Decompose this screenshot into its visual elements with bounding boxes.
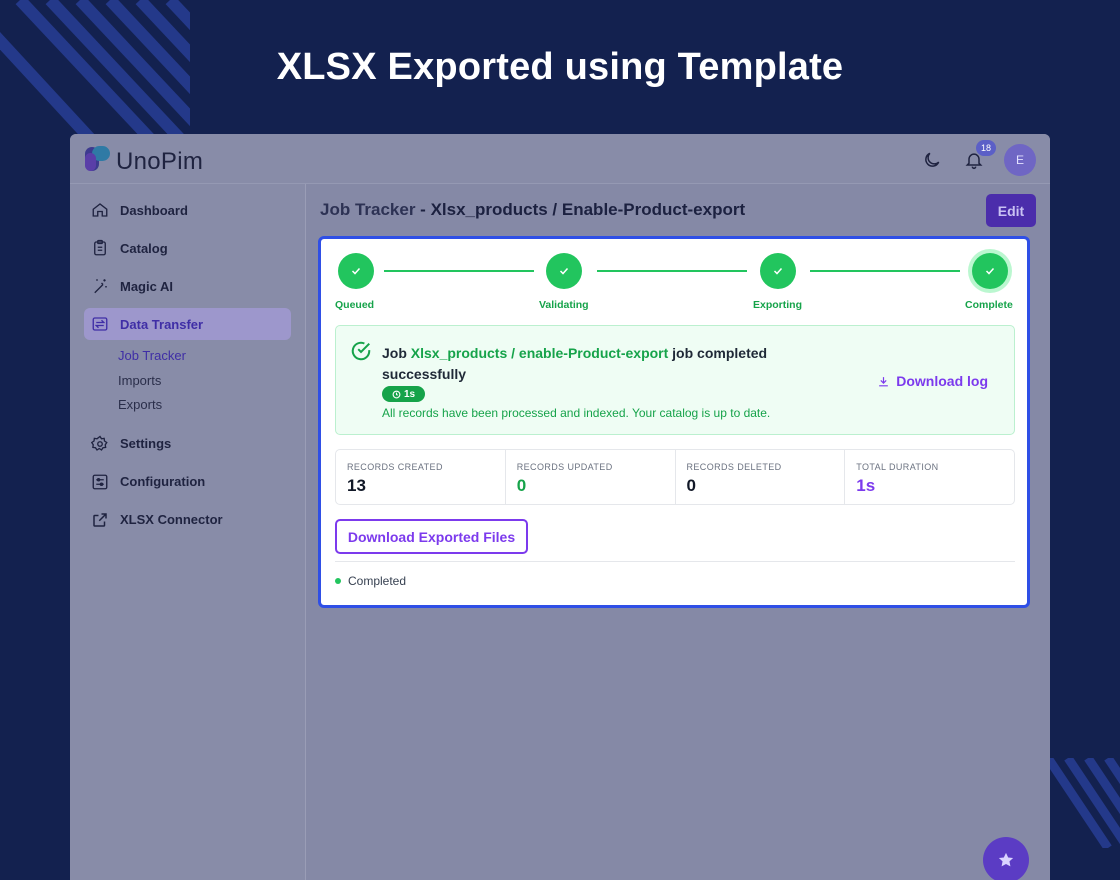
sidebar-item-configuration[interactable]: Configuration <box>84 466 291 498</box>
page-title: Job Tracker - Xlsx_products / Enable-Pro… <box>320 200 745 220</box>
success-subtitle: All records have been processed and inde… <box>382 406 771 420</box>
sidebar-item-xlsx-connector[interactable]: XLSX Connector <box>84 504 291 536</box>
step-connector <box>810 270 960 272</box>
stat-label: RECORDS DELETED <box>686 462 782 472</box>
stat-value: 1s <box>856 476 876 495</box>
duration-badge: 1s <box>382 386 425 402</box>
stat-label: RECORDS UPDATED <box>516 462 613 472</box>
sidebar-item-label: Catalog <box>120 240 168 256</box>
sidebar-item-catalog[interactable]: Catalog <box>84 232 291 264</box>
download-log-label: Download log <box>896 373 988 389</box>
stat-records-updated: RECORDS UPDATED 0 <box>506 450 676 504</box>
app-window: UnoPim 18 E Dashboard Catalog Magic AI D… <box>70 134 1050 880</box>
sidebar: Dashboard Catalog Magic AI Data Transfer <box>70 184 306 880</box>
status-text: Completed <box>348 574 407 588</box>
clock-icon <box>392 390 401 398</box>
duration-badge-text: 1s <box>403 388 416 400</box>
download-log-button[interactable]: Download log <box>877 373 988 389</box>
edit-button[interactable]: Edit <box>986 194 1036 227</box>
stat-value: 0 <box>516 476 527 495</box>
sidebar-item-data-transfer[interactable]: Data Transfer <box>84 308 291 340</box>
brand-logo[interactable]: UnoPim <box>84 145 203 178</box>
stat-value: 13 <box>347 476 366 495</box>
sidebar-item-magic-ai[interactable]: Magic AI <box>84 270 291 302</box>
step-label-validating: Validating <box>539 299 589 311</box>
page-title-label: Job Tracker <box>320 200 416 219</box>
step-label-complete: Complete <box>965 299 1013 311</box>
job-status: Completed <box>335 574 406 588</box>
sidebar-item-label: Magic AI <box>120 278 173 294</box>
success-prefix: Job <box>382 345 411 361</box>
success-message: Job Xlsx_products / enable-Product-expor… <box>382 343 812 385</box>
sidebar-item-label: Configuration <box>120 474 206 489</box>
step-queued-check <box>338 253 374 289</box>
sidebar-item-label: Dashboard <box>120 202 188 218</box>
data-transfer-subnav: Job Tracker Imports Exports <box>118 344 305 418</box>
stat-label: TOTAL DURATION <box>856 462 939 472</box>
page-title-separator: - <box>415 200 431 219</box>
subnav-item-exports[interactable]: Exports <box>118 393 305 418</box>
floating-action-button[interactable] <box>983 837 1029 880</box>
page-title-path: Xlsx_products / Enable-Product-export <box>430 200 746 219</box>
download-icon <box>879 376 889 386</box>
main-content: Job Tracker - Xlsx_products / Enable-Pro… <box>306 184 1050 880</box>
sliders-icon <box>90 472 110 492</box>
step-connector <box>597 270 747 272</box>
notifications-button[interactable]: 18 <box>962 140 996 172</box>
stat-value: 0 <box>686 476 696 495</box>
magic-wand-icon <box>90 276 110 296</box>
progress-stepper: Queued Validating Exporting Complete <box>335 253 1015 313</box>
subnav-item-job-tracker[interactable]: Job Tracker <box>118 344 305 369</box>
stat-records-created: RECORDS CREATED 13 <box>336 450 506 504</box>
step-complete-check <box>972 253 1008 289</box>
sidebar-item-label: XLSX Connector <box>120 512 223 527</box>
check-icon <box>351 267 361 275</box>
success-message-box: Job Xlsx_products / enable-Product-expor… <box>335 325 1015 435</box>
transfer-icon <box>90 314 110 334</box>
brand-name: UnoPim <box>116 147 204 175</box>
step-label-queued: Queued <box>335 299 375 311</box>
star-icon <box>998 852 1014 867</box>
download-exported-files-button[interactable]: Download Exported Files <box>335 519 528 554</box>
user-avatar[interactable]: E <box>1004 144 1036 176</box>
step-validating-check <box>546 253 582 289</box>
check-icon <box>559 267 569 275</box>
divider <box>335 561 1015 562</box>
check-circle-icon <box>350 340 372 367</box>
status-dot <box>335 578 341 584</box>
clipboard-icon <box>90 238 110 258</box>
job-name-link[interactable]: Xlsx_products / enable-Product-export <box>411 345 669 361</box>
subnav-item-imports[interactable]: Imports <box>118 369 305 394</box>
moon-icon <box>925 152 940 167</box>
sidebar-item-settings[interactable]: Settings <box>84 428 291 460</box>
sidebar-item-label: Data Transfer <box>120 316 204 332</box>
stat-total-duration: TOTAL DURATION 1s <box>845 450 1014 504</box>
gear-icon <box>90 434 110 454</box>
notification-count-badge: 18 <box>976 140 996 156</box>
check-icon <box>773 267 783 275</box>
sidebar-item-label: Settings <box>120 436 172 451</box>
sidebar-nav: Dashboard Catalog Magic AI Data Transfer <box>70 184 305 536</box>
stats-panel: RECORDS CREATED 13 RECORDS UPDATED 0 REC… <box>335 449 1015 505</box>
decorative-stripes-bottom-right <box>1048 758 1120 848</box>
top-bar: UnoPim 18 E <box>70 134 1050 184</box>
dark-mode-toggle[interactable] <box>920 148 944 172</box>
step-connector <box>384 270 534 272</box>
hero-title: XLSX Exported using Template <box>276 46 844 88</box>
top-actions: 18 E <box>920 140 1036 176</box>
check-icon <box>985 267 995 275</box>
step-exporting-check <box>760 253 796 289</box>
unopim-logo-icon <box>84 145 112 178</box>
job-status-card: Queued Validating Exporting Complete Job… <box>318 236 1030 608</box>
stat-label: RECORDS CREATED <box>347 462 443 472</box>
stat-records-deleted: RECORDS DELETED 0 <box>676 450 846 504</box>
sidebar-item-dashboard[interactable]: Dashboard <box>84 194 291 226</box>
step-label-exporting: Exporting <box>753 299 802 311</box>
share-icon <box>90 510 110 530</box>
home-icon <box>90 200 110 220</box>
